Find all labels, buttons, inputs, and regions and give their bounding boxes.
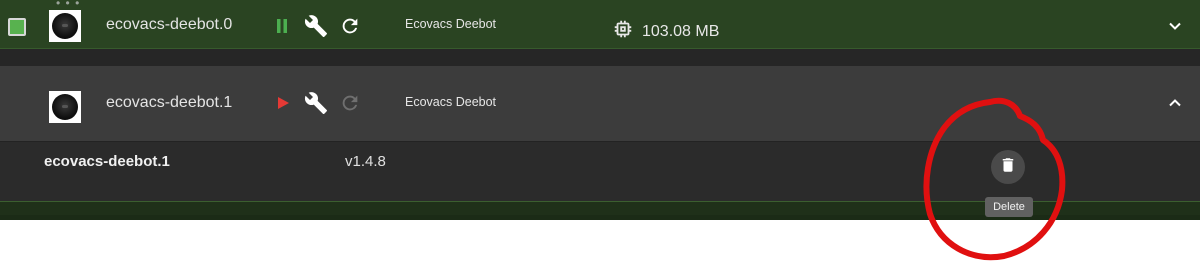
refresh-icon[interactable] [338,14,362,38]
trash-icon [999,156,1017,179]
chevron-down-icon[interactable] [1167,18,1183,34]
adapter-list: • • • ecovacs-deebot.0 Ecovacs Deebot 10… [0,0,1200,220]
select-checkbox[interactable] [8,18,26,36]
chevron-up-icon[interactable] [1167,95,1183,111]
instance-title: ecovacs-deebot.1 [44,153,170,170]
adapter-row-0[interactable]: • • • ecovacs-deebot.0 Ecovacs Deebot 10… [0,0,1200,49]
adapter-logo [49,91,81,123]
wrench-icon[interactable] [303,13,329,39]
chip-icon [612,18,642,45]
pause-icon[interactable] [271,15,293,37]
row-separator [0,49,1200,66]
refresh-icon[interactable] [338,91,362,115]
wrench-icon[interactable] [303,90,329,116]
vendor-label: Ecovacs Deebot [405,95,497,109]
play-icon[interactable] [272,92,294,114]
instance-version: v1.4.8 [345,153,386,170]
ellipsis: • • • [56,0,81,10]
delete-button[interactable] [991,150,1025,184]
adapter-logo [49,10,81,42]
memory-usage: 103.08 MB [612,18,719,45]
adapter-name: ecovacs-deebot.0 [106,16,233,33]
vendor-label: Ecovacs Deebot [405,17,497,31]
adapter-row-1[interactable]: ecovacs-deebot.1 Ecovacs Deebot [0,66,1200,181]
memory-value: 103.08 MB [642,22,720,40]
adapter-name: ecovacs-deebot.1 [106,94,233,111]
delete-tooltip: Delete [985,197,1033,217]
